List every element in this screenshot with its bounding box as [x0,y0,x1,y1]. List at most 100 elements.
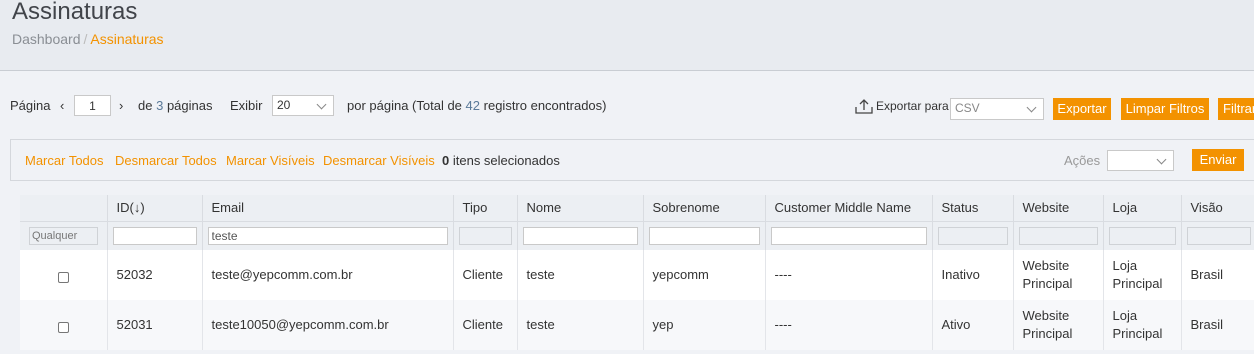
cell-visao: Brasil [1180,250,1254,300]
column-header-loja[interactable]: Loja [1102,195,1181,221]
chevron-down-icon [316,99,327,110]
of-prefix: de [138,98,153,113]
row-checkbox[interactable] [57,272,69,284]
filter-button[interactable]: Filtrar [1218,98,1254,120]
clear-filters-button[interactable]: Limpar Filtros [1121,98,1209,120]
sort-desc-icon[interactable]: (↓) [130,200,145,215]
loja-line-2: Principal [1112,326,1163,341]
per-page-prefix: por página (Total de [347,98,462,113]
id-filter-input[interactable] [112,226,197,245]
cell-sobrenome: yep [642,300,765,350]
visao-filter-select[interactable] [1186,226,1251,245]
cell-middle-name: ---- [764,250,932,300]
unselect-all-link[interactable]: Desmarcar Todos [115,153,217,168]
per-page-value: 20 [277,98,291,112]
page-header: Assinaturas Dashboard / Assinaturas [0,0,1254,71]
cell-loja: Loja Principal [1102,300,1181,350]
loja-line-1: Loja [1112,258,1138,273]
show-label: Exibir [230,98,263,113]
pages-suffix: páginas [166,98,213,113]
subscriptions-grid: ID(↓) Email Tipo Nome Sobrenome Customer… [20,195,1254,354]
export-button[interactable]: Exportar [1053,98,1111,120]
loja-filter-select[interactable] [1108,226,1176,245]
breadcrumb-home[interactable]: Dashboard [12,31,81,47]
sobrenome-filter-input[interactable] [648,226,760,245]
loja-line-2: Principal [1112,276,1163,291]
cell-id: 52031 [106,300,202,350]
column-id-label: ID [116,200,130,216]
website-filter-select[interactable] [1018,226,1098,245]
page-label: Página [10,98,51,113]
cell-loja: Loja Principal [1102,250,1181,300]
grid-header-row: ID(↓) Email Tipo Nome Sobrenome Customer… [20,195,1254,221]
cell-middle-name: ---- [764,300,932,350]
column-header-nome[interactable]: Nome [516,195,643,221]
column-header-select [20,195,107,221]
cell-visao: Brasil [1180,300,1254,350]
column-header-middle-name[interactable]: Customer Middle Name [764,195,932,221]
grid-table: ID(↓) Email Tipo Nome Sobrenome Customer… [20,195,1254,350]
total-pages-text: de 3 páginas [138,92,213,120]
cell-nome: teste [516,250,643,300]
page-number-input[interactable] [74,95,111,116]
breadcrumb-separator: / [83,31,88,47]
website-line-1: Website [1022,258,1070,273]
cell-id: 52032 [106,250,202,300]
column-header-status[interactable]: Status [931,195,1013,221]
email-filter-input[interactable] [207,226,448,245]
mass-action-bar: Marcar Todos Desmarcar Todos Marcar Visí… [10,139,1254,181]
submit-button[interactable]: Enviar [1192,149,1244,171]
chevron-down-icon [1156,154,1167,165]
cell-tipo: Cliente [452,300,517,350]
loja-line-1: Loja [1112,308,1138,323]
website-line-1: Website [1022,308,1070,323]
column-header-visao[interactable]: Visão [1180,195,1254,221]
selected-count: 0 [442,153,450,168]
records-summary: por página (Total de 42 registro encontr… [347,92,606,120]
cell-website: Website Principal [1012,250,1103,300]
column-header-id[interactable]: ID(↓) [106,195,202,221]
prev-page-icon[interactable]: ‹ [60,92,64,120]
column-header-website[interactable]: Website [1012,195,1103,221]
row-checkbox[interactable] [57,322,69,334]
cell-email: teste10050@yepcomm.com.br [201,300,453,350]
select-all-link[interactable]: Marcar Todos [25,153,104,168]
column-header-sobrenome[interactable]: Sobrenome [642,195,765,221]
export-format-value: CSV [955,101,980,115]
website-line-2: Principal [1022,276,1073,291]
actions-label: Ações [1064,153,1101,168]
cell-email: teste@yepcomm.com.br [201,250,453,300]
tipo-filter-select[interactable] [458,226,512,245]
cell-tipo: Cliente [452,250,517,300]
pager-bar: Página ‹ › de 3 páginas Exibir 20 por pá… [0,92,1254,122]
cell-status: Inativo [931,250,1013,300]
actions-select[interactable] [1107,150,1174,171]
select-filter[interactable]: Qualquer [29,226,98,245]
breadcrumb-current: Assinaturas [90,31,164,47]
selected-count-text: 0 itens selecionados [442,153,560,168]
column-header-tipo[interactable]: Tipo [452,195,517,221]
chevron-down-icon [1026,102,1037,113]
selected-label: itens selecionados [452,153,560,168]
middle-name-filter-input[interactable] [770,226,927,245]
export-format-select[interactable]: CSV [950,98,1044,120]
per-page-select[interactable]: 20 [272,95,334,116]
total-records: 42 [465,98,481,113]
unselect-visible-link[interactable]: Desmarcar Visíveis [323,153,435,168]
export-label: Exportar para [876,99,949,113]
table-row[interactable]: 52031 teste10050@yepcomm.com.br Cliente … [20,300,1254,350]
page-title: Assinaturas [12,0,138,25]
select-visible-link[interactable]: Marcar Visíveis [226,153,315,168]
status-filter-select[interactable] [937,226,1008,245]
nome-filter-input[interactable] [522,226,638,245]
cell-nome: teste [516,300,643,350]
upload-icon [855,99,873,114]
next-page-icon[interactable]: › [119,92,123,120]
column-header-email[interactable]: Email [201,195,453,221]
cell-status: Ativo [931,300,1013,350]
total-pages: 3 [156,98,164,113]
records-suffix: registro encontrados) [483,98,607,113]
breadcrumb: Dashboard / Assinaturas [12,31,164,47]
cell-sobrenome: yepcomm [642,250,765,300]
table-row[interactable]: 52032 teste@yepcomm.com.br Cliente teste… [20,250,1254,300]
